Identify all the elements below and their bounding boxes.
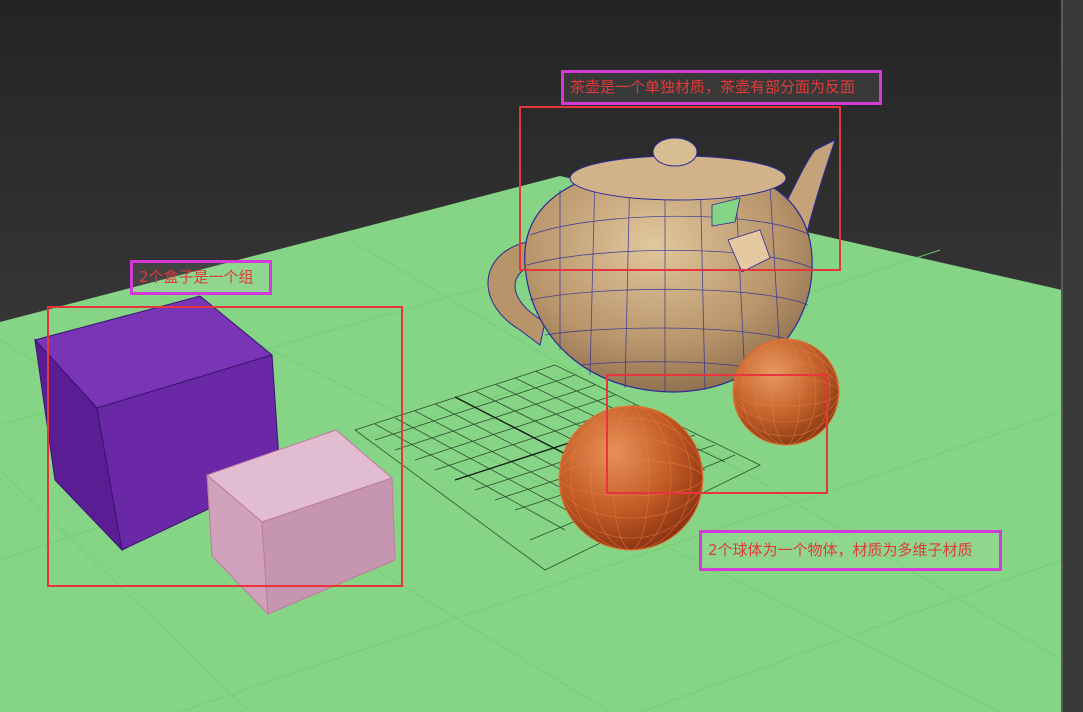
viewport-right-border: [1061, 0, 1083, 712]
boxes-annotation-label: 2个盒子是一个组: [130, 260, 272, 295]
3d-viewport[interactable]: 茶壶是一个单独材质，茶壶有部分面为反面 2个盒子是一个组 2个球体为一个物体，材…: [0, 0, 1083, 712]
spheres-annotation-label: 2个球体为一个物体，材质为多维子材质: [699, 530, 1002, 571]
teapot-annotation-label: 茶壶是一个单独材质，茶壶有部分面为反面: [561, 70, 882, 105]
sphere-small[interactable]: [732, 338, 840, 446]
sphere-large[interactable]: [558, 405, 704, 551]
viewport-scene[interactable]: [0, 0, 1083, 712]
